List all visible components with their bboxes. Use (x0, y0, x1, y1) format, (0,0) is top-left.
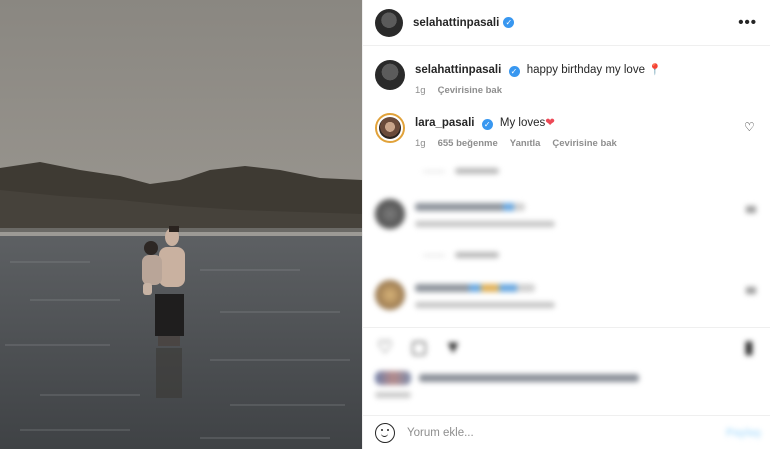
comment-input[interactable] (407, 426, 707, 439)
comment-author-avatar[interactable] (375, 280, 405, 310)
comment-age[interactable]: 1g (415, 138, 426, 149)
pin-emoji: 📍 (648, 64, 662, 76)
caption-author-username[interactable]: selahattinpasali (415, 64, 501, 76)
post-date (375, 392, 411, 398)
verified-badge-icon: ✓ (481, 119, 493, 130)
author-avatar[interactable] (375, 8, 403, 37)
caption-age[interactable]: 1g (415, 85, 426, 96)
view-replies-link[interactable] (423, 252, 499, 258)
comment-item (375, 199, 555, 229)
comment-like-heart-icon[interactable]: ♡ (744, 121, 756, 133)
post-photo[interactable] (0, 0, 362, 449)
likes-text (419, 374, 639, 382)
emoji-smile-icon[interactable] (375, 422, 395, 443)
see-translation-link[interactable]: Çevirisine bak (552, 138, 616, 149)
bookmark-icon[interactable]: ▮ (739, 337, 759, 357)
comment-text: My loves (499, 117, 546, 129)
author-username[interactable]: selahattinpasali (413, 17, 499, 29)
share-icon[interactable]: ▼ (443, 337, 463, 357)
see-translation-link[interactable]: Çevirisine bak (438, 85, 502, 96)
add-comment-bar: Paylaş (363, 415, 770, 449)
post-header: selahattinpasali ✓ ••• (363, 0, 770, 46)
more-options-icon[interactable]: ••• (738, 14, 757, 31)
comment-author-avatar[interactable] (375, 199, 405, 229)
post-actions-bar: ♡ ▢ ▼ ▮ (363, 327, 770, 365)
likes-summary[interactable] (375, 371, 639, 385)
comment-author-username[interactable]: lara_pasali (415, 117, 474, 129)
caption-text: happy birthday my love (526, 64, 645, 76)
likers-avatars (375, 371, 411, 385)
verified-badge-icon: ✓ (508, 66, 520, 77)
caption-author-avatar[interactable] (375, 60, 405, 90)
post-photo-image (0, 0, 362, 449)
heart-icon[interactable]: ♡ (375, 337, 395, 357)
comment-like-heart-icon[interactable] (746, 287, 756, 294)
post-comment-button[interactable]: Paylaş (726, 427, 761, 439)
comment-item: lara_pasali ✓ My loves❤ 1g 655 beğenme Y… (375, 113, 617, 149)
comment-author-avatar[interactable] (375, 113, 405, 143)
reply-button[interactable]: Yanıtla (510, 138, 541, 149)
post-details-panel: selahattinpasali ✓ ••• selahattinpasali … (362, 0, 770, 449)
comment-icon[interactable]: ▢ (409, 337, 429, 357)
post-caption: selahattinpasali ✓ happy birthday my lov… (375, 60, 662, 96)
comment-item (375, 280, 555, 310)
verified-badge-icon: ✓ (503, 17, 515, 28)
comment-likes-count[interactable]: 655 beğenme (438, 138, 498, 149)
comment-like-heart-icon[interactable] (746, 206, 756, 213)
heart-emoji: ❤ (545, 117, 555, 129)
view-replies-link[interactable] (423, 168, 499, 174)
